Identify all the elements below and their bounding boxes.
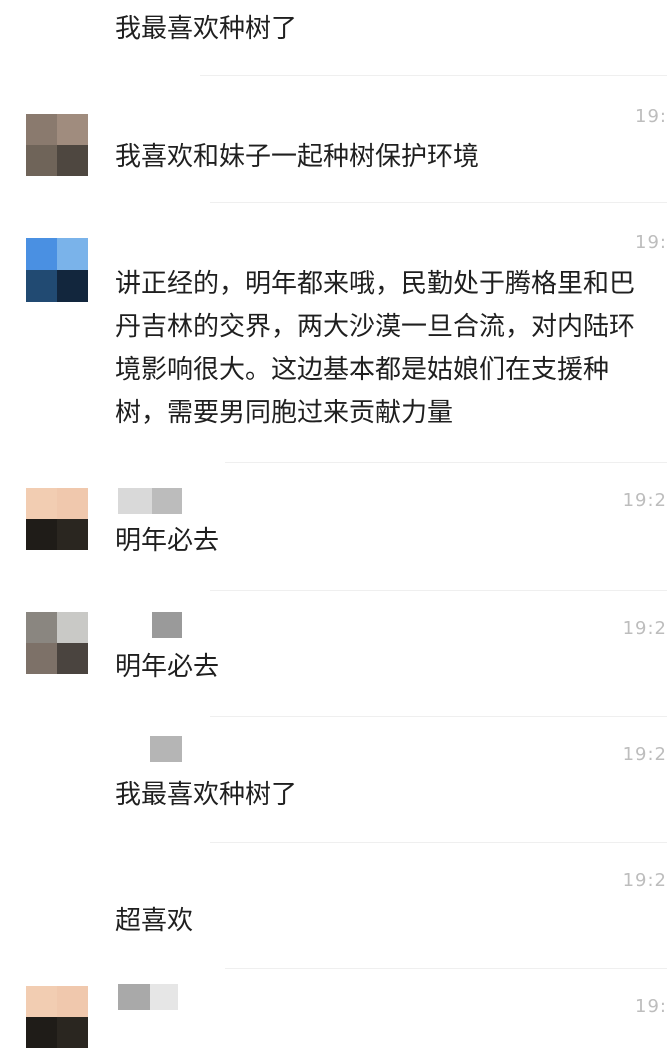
timestamp: 19:2	[622, 490, 667, 511]
chat-message[interactable]: 19:2 超喜欢	[0, 844, 667, 970]
timestamp: 19:2	[622, 744, 667, 765]
chat-message[interactable]: 19:2 明年必去	[0, 592, 667, 718]
message-text: 我喜欢和妹子一起种树保护环境	[115, 142, 480, 172]
divider	[210, 716, 667, 717]
divider	[200, 75, 667, 76]
chat-message[interactable]: 19:2 明年必去	[0, 464, 667, 592]
sender-name-blurred	[118, 984, 178, 1010]
sender-name-blurred	[150, 736, 182, 762]
avatar[interactable]	[26, 986, 88, 1048]
divider	[210, 590, 667, 591]
sender-name-blurred	[152, 612, 182, 638]
chat-message[interactable]: 19:	[0, 970, 667, 1048]
avatar[interactable]	[26, 238, 88, 302]
timestamp: 19:2	[622, 870, 667, 891]
avatar[interactable]	[26, 612, 88, 674]
timestamp: 19:2	[622, 618, 667, 639]
chat-message[interactable]: 19:2 我最喜欢种树了	[0, 718, 667, 844]
divider	[225, 462, 667, 463]
timestamp: 19:	[635, 106, 667, 127]
avatar[interactable]	[26, 488, 88, 550]
message-text: 明年必去	[115, 526, 220, 556]
chat-message[interactable]: 19: 讲正经的，明年都来哦，民勤处于腾格里和巴丹吉林的交界，两大沙漠一旦合流，…	[0, 204, 667, 464]
timestamp: 19:	[635, 232, 667, 253]
message-text: 讲正经的，明年都来哦，民勤处于腾格里和巴丹吉林的交界，两大沙漠一旦合流，对内陆环…	[115, 269, 636, 428]
divider	[210, 202, 667, 203]
divider	[210, 842, 667, 843]
message-text: 明年必去	[115, 652, 220, 682]
timestamp: 19:	[635, 996, 667, 1017]
avatar[interactable]	[26, 114, 88, 176]
chat-message[interactable]: 我最喜欢种树了	[0, 0, 667, 78]
sender-name-blurred	[118, 488, 182, 514]
message-text: 我最喜欢种树了	[115, 14, 298, 44]
divider	[225, 968, 667, 969]
message-text: 我最喜欢种树了	[115, 780, 298, 810]
chat-message[interactable]: 19: 我喜欢和妹子一起种树保护环境	[0, 78, 667, 204]
message-text: 超喜欢	[115, 906, 194, 936]
